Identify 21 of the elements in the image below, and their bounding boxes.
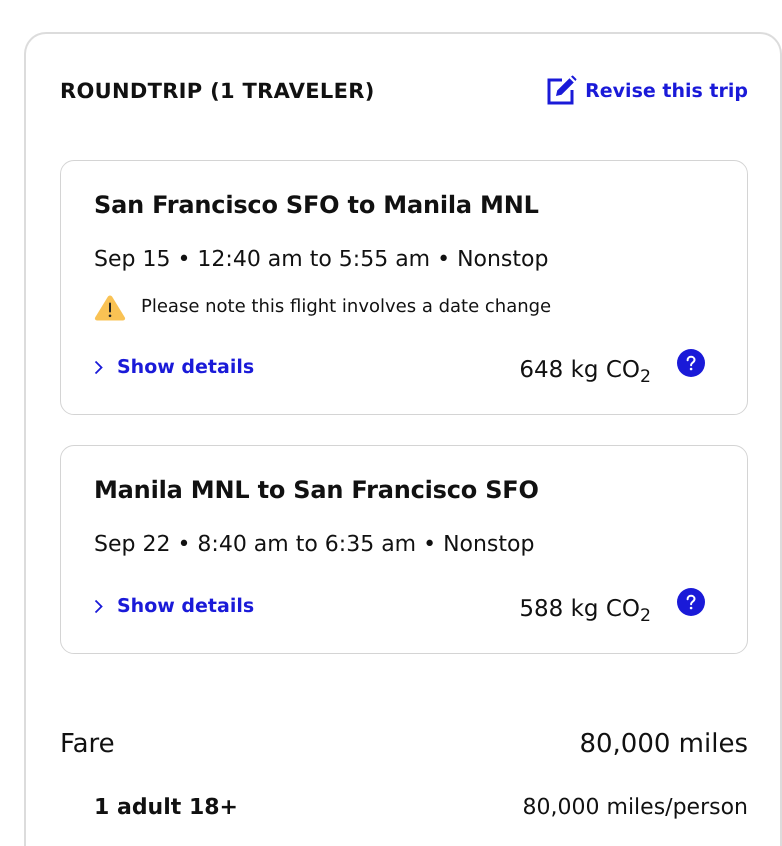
flight-schedule: Sep 15 • 12:40 am to 5:55 am • Nonstop	[94, 246, 550, 274]
edit-icon	[545, 75, 578, 107]
traveler-label: 1 adult 18+	[94, 794, 238, 822]
flight-route: San Francisco SFO to Manila MNL	[94, 190, 540, 221]
carbon-emissions: 648 kg CO$_{2}$	[519, 356, 651, 386]
fare-total: 80,000 miles	[579, 728, 748, 761]
help-icon[interactable]	[677, 588, 705, 616]
traveler-price: 80,000 miles/person	[522, 794, 748, 822]
trip-heading: ROUNDTRIP (1 TRAVELER)	[60, 78, 375, 105]
warning-icon	[94, 294, 126, 320]
show-details-link[interactable]: Show details	[94, 351, 254, 383]
fare-label: Fare	[60, 728, 115, 761]
carbon-emissions: 588 kg CO$_{2}$	[519, 595, 651, 625]
help-icon[interactable]	[677, 349, 705, 377]
date-change-notice: Please note this flight involves a date change	[141, 295, 552, 319]
show-details-link[interactable]: Show details	[94, 590, 254, 622]
revise-trip-link[interactable]: Revise this trip	[545, 75, 748, 107]
flight-schedule: Sep 22 • 8:40 am to 6:35 am • Nonstop	[94, 531, 536, 559]
chevron-right-icon	[94, 598, 103, 614]
flight-route: Manila MNL to San Francisco SFO	[94, 475, 540, 506]
chevron-right-icon	[94, 360, 103, 374]
